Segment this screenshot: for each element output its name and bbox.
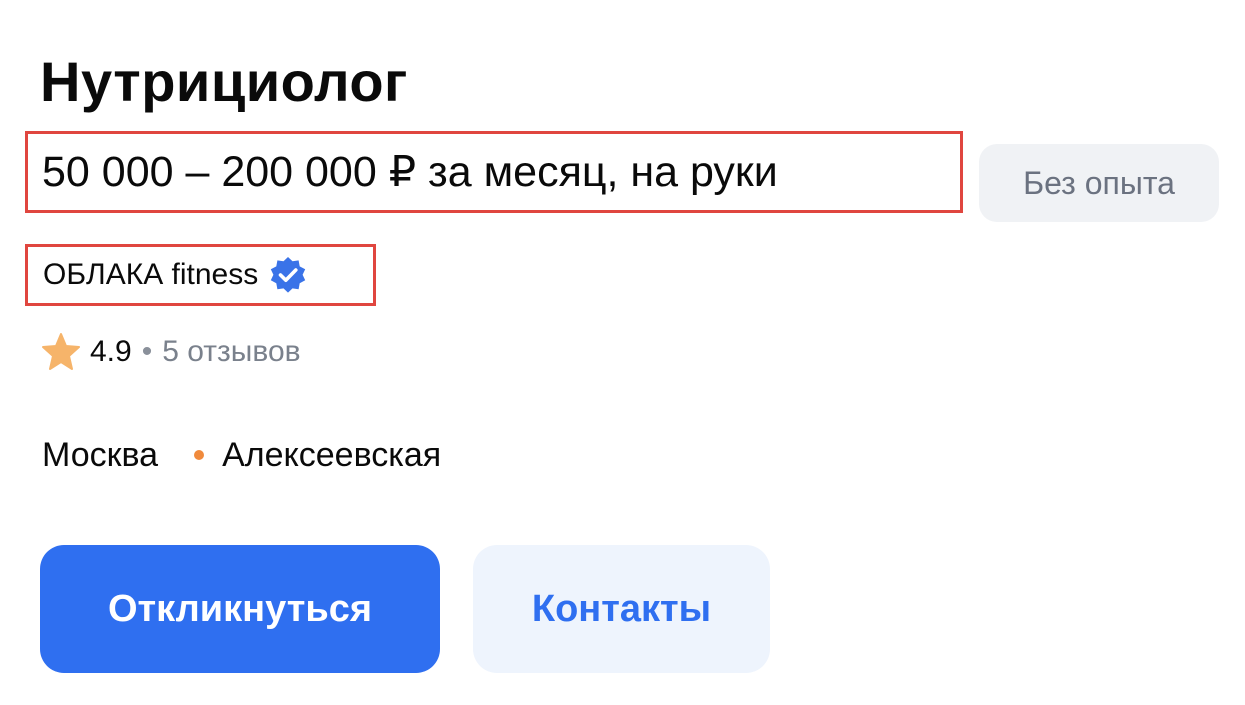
- vacancy-title: Нутрициолог: [40, 50, 408, 113]
- experience-badge: Без опыта: [979, 144, 1219, 222]
- vacancy-card: Нутрициолог 50 000 – 200 000 ₽ за месяц,…: [0, 0, 1245, 705]
- apply-button[interactable]: Откликнуться: [40, 545, 440, 673]
- star-icon: [40, 331, 82, 373]
- metro-line-dot-icon: [194, 450, 205, 460]
- metro-station: Алексеевская: [222, 435, 442, 474]
- employer-name[interactable]: ОБЛАКА fitness: [43, 258, 258, 292]
- contacts-button[interactable]: Контакты: [473, 545, 770, 673]
- rating-separator: •: [141, 335, 153, 368]
- verified-check-icon: [268, 255, 308, 295]
- salary-highlight: 50 000 – 200 000 ₽ за месяц, на руки: [25, 131, 963, 213]
- city-name: Москва: [42, 435, 159, 474]
- reviews-link[interactable]: 5 отзывов: [162, 335, 300, 369]
- employer-rating[interactable]: 4.9 • 5 отзывов: [40, 330, 301, 374]
- rating-value: 4.9: [90, 335, 132, 368]
- location: Москва Алексеевская: [42, 430, 441, 480]
- salary-text: 50 000 – 200 000 ₽ за месяц, на руки: [42, 148, 778, 196]
- employer-highlight[interactable]: ОБЛАКА fitness: [25, 244, 376, 306]
